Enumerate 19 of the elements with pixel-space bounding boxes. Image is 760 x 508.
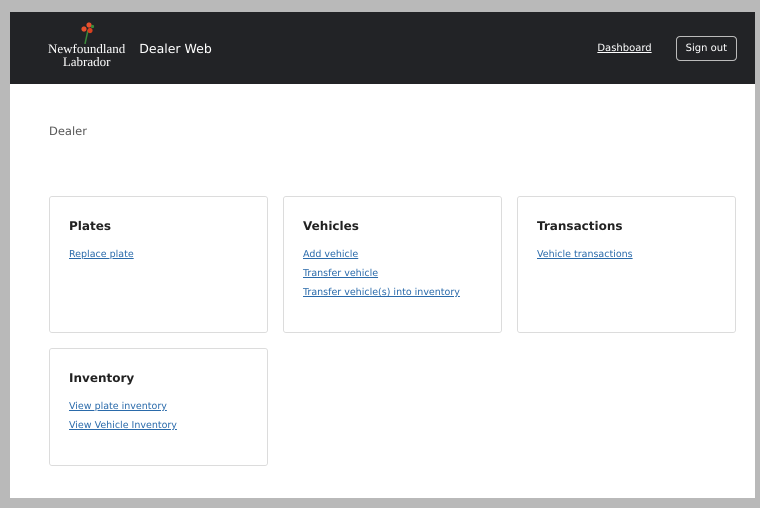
page-heading: Dealer: [49, 124, 88, 138]
card-link[interactable]: Transfer vehicle: [303, 268, 378, 279]
card-link[interactable]: Add vehicle: [303, 249, 358, 260]
card-link[interactable]: Vehicle transactions: [537, 249, 633, 260]
card-title: Inventory: [69, 371, 134, 385]
logo[interactable]: Newfoundland Labrador: [48, 22, 126, 68]
logo-text: Labrador: [62, 55, 110, 68]
app-title: Dealer Web: [139, 40, 212, 56]
card-link[interactable]: Replace plate: [69, 249, 134, 260]
card-link[interactable]: View plate inventory: [69, 401, 167, 412]
logo-text: Newfoundland: [48, 42, 126, 55]
flower-icon: [78, 22, 95, 44]
dashboard-link[interactable]: Dashboard: [597, 42, 652, 54]
card-link[interactable]: Transfer vehicle(s) into inventory: [303, 287, 460, 298]
card-title: Plates: [69, 219, 112, 233]
card-title: Vehicles: [303, 219, 359, 233]
card-link[interactable]: View Vehicle Inventory: [69, 420, 177, 431]
sign-out-button[interactable]: Sign out: [676, 36, 737, 60]
card-title: Transactions: [537, 219, 623, 233]
